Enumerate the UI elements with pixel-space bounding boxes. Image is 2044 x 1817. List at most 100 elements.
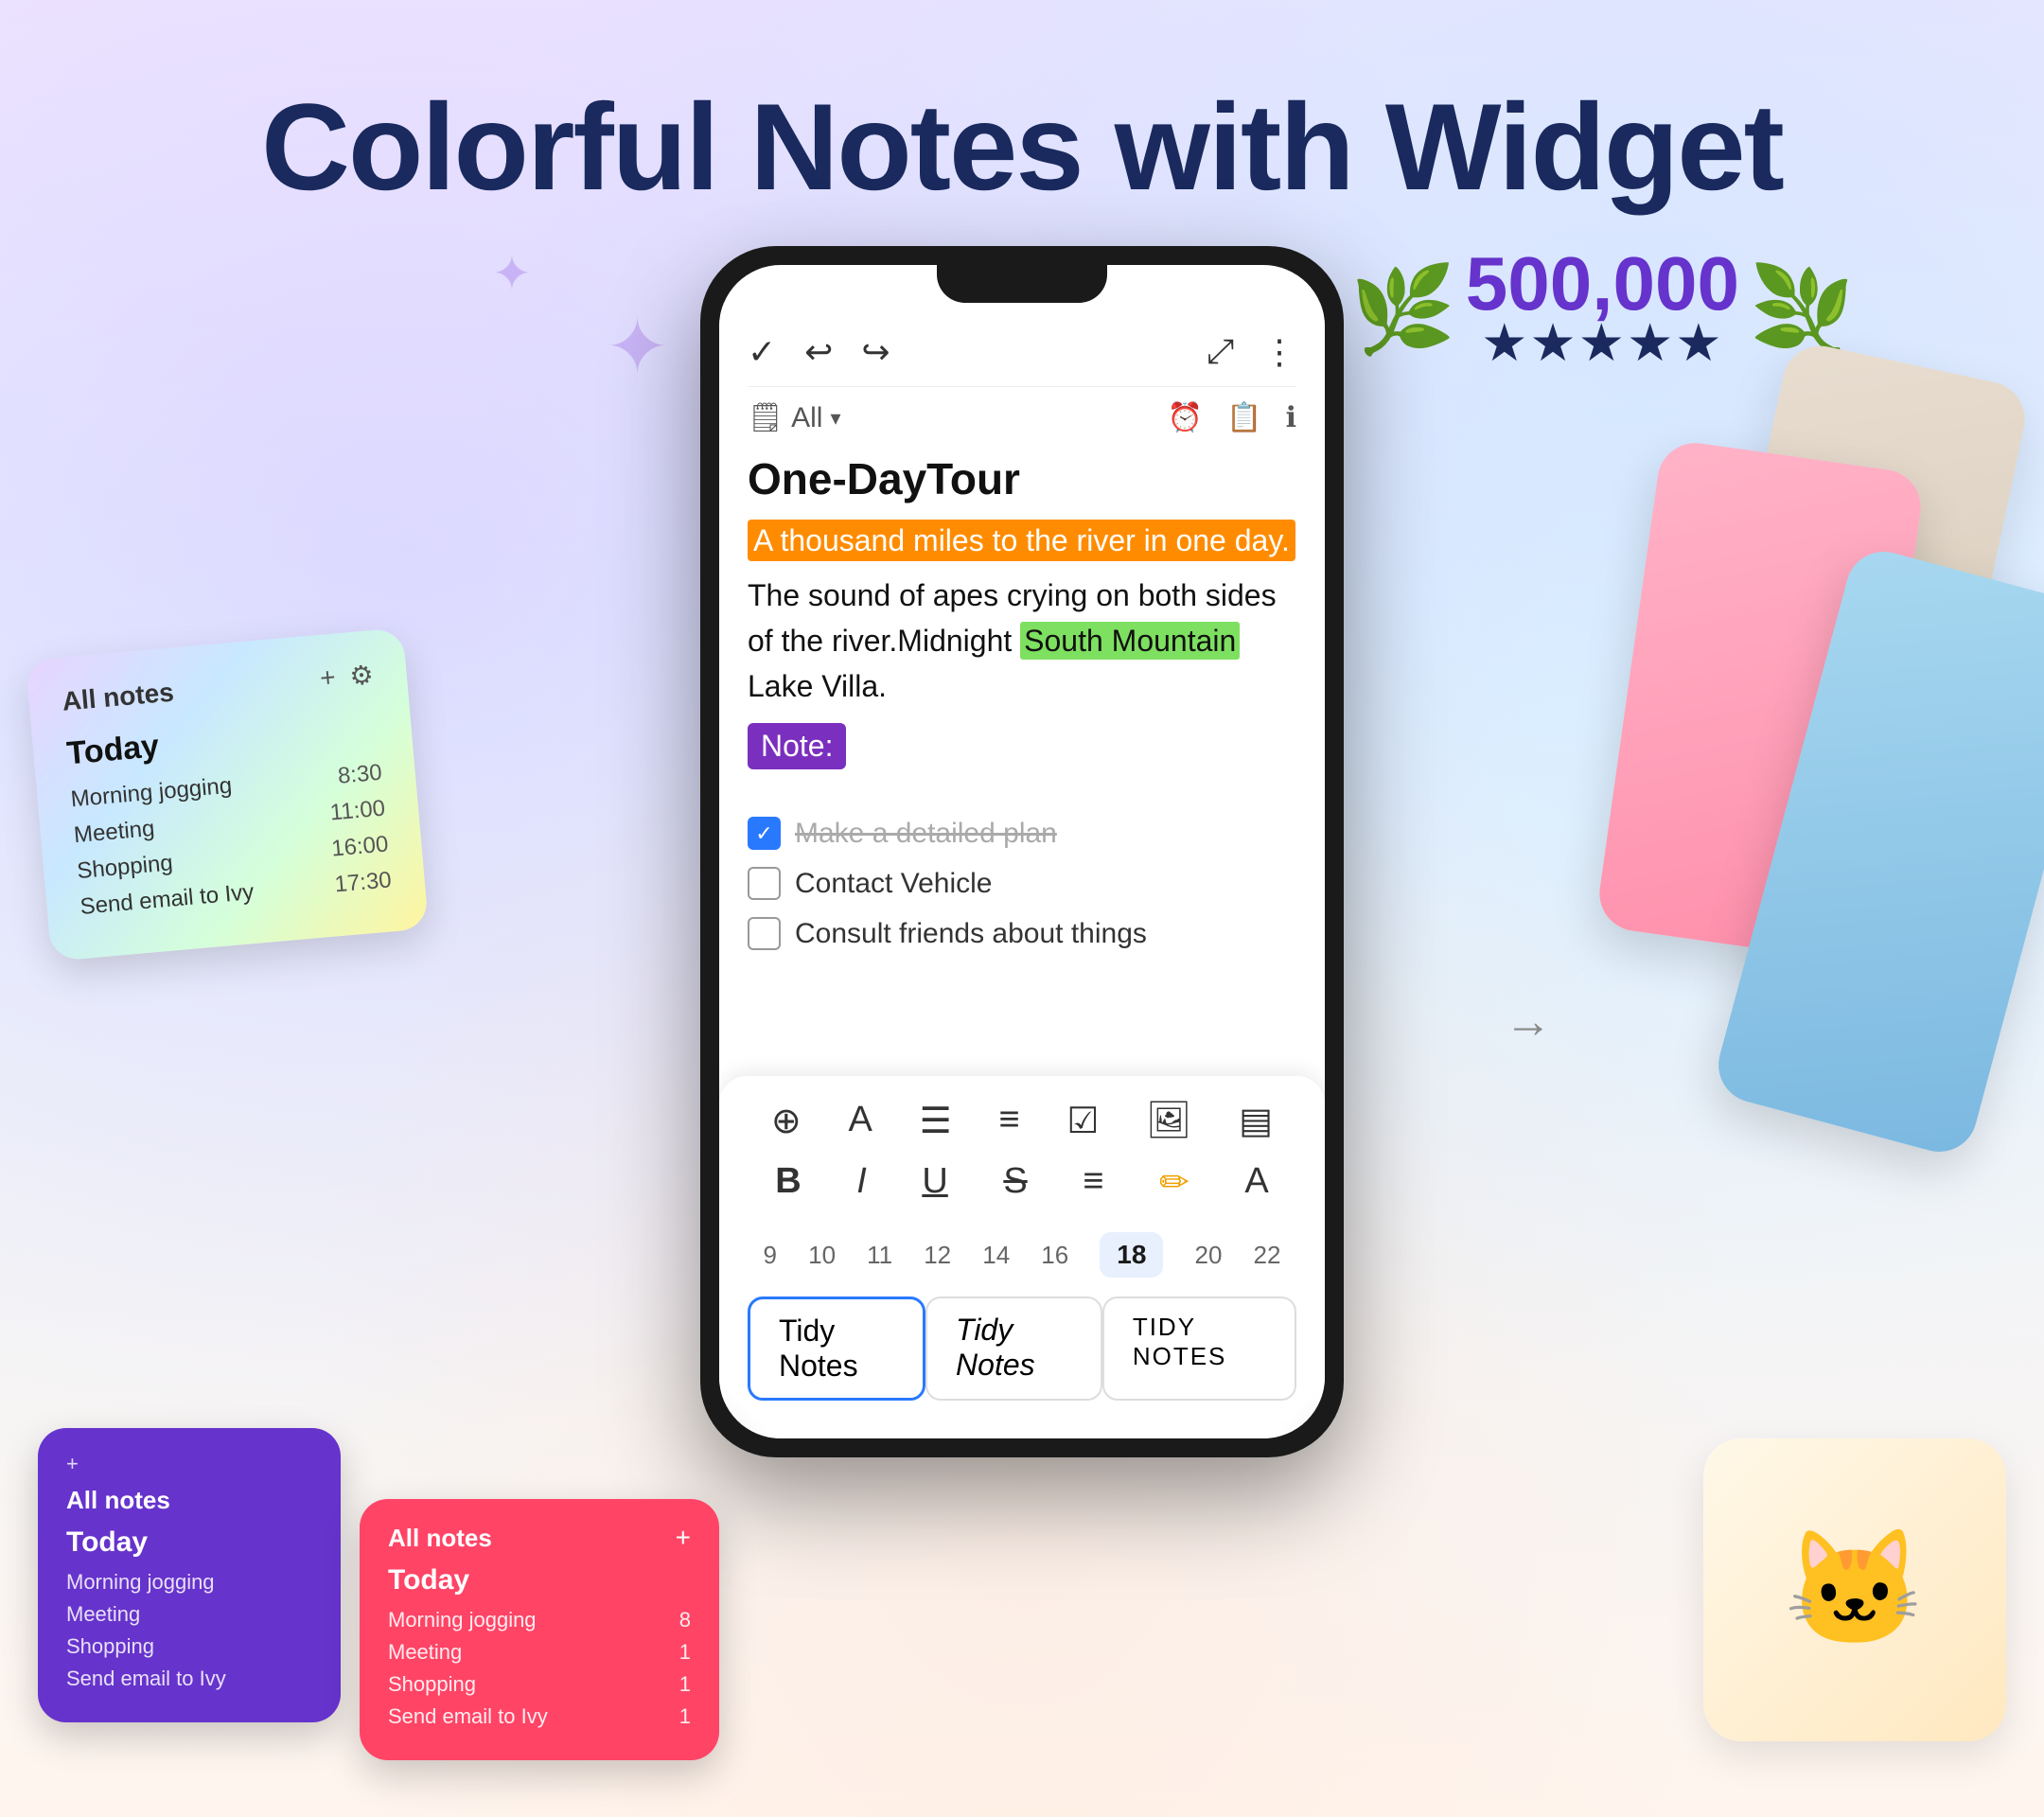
size-11[interactable]: 11 <box>867 1241 892 1270</box>
bottom-toolbar: ⊕ A ☰ ≡ ☑ 🖼 ▤ B I U S ≡ ✏ <box>719 1076 1325 1438</box>
add-element-icon[interactable]: ⊕ <box>771 1100 802 1142</box>
phone-notch <box>937 265 1107 303</box>
note-label-container: Note: <box>748 723 1296 793</box>
wp-add-icon[interactable]: + <box>66 1452 79 1476</box>
checkbox-unchecked-2[interactable] <box>748 867 781 900</box>
category-label[interactable]: 🗒 All ▾ <box>748 401 840 434</box>
wpi-item-2-time: 1 <box>679 1640 691 1665</box>
text-color-icon[interactable]: A <box>1244 1161 1268 1204</box>
checkbox-1: ✓ Make a detailed plan <box>748 817 1296 850</box>
info-icon[interactable]: ℹ <box>1286 401 1296 434</box>
note-category-bar: 🗒 All ▾ ⏰ 📋 ℹ <box>748 401 1296 434</box>
alarm-icon[interactable]: ⏰ <box>1168 401 1203 434</box>
checkbox-2: Contact Vehicle <box>748 867 1296 900</box>
award-number: 500,000 <box>1466 246 1739 322</box>
size-16[interactable]: 16 <box>1041 1241 1068 1270</box>
page-title: Colorful Notes with Widget <box>0 76 2044 218</box>
wpi-item-1-time: 8 <box>679 1608 691 1632</box>
size-20[interactable]: 20 <box>1195 1241 1223 1270</box>
wpi-item-1: Morning jogging 8 <box>388 1608 691 1632</box>
note-body: The sound of apes crying on both sides o… <box>748 573 1296 709</box>
widget-item-2-time: 11:00 <box>329 796 386 827</box>
wpi-title: All notes <box>388 1524 492 1553</box>
wpi-item-1-text: Morning jogging <box>388 1608 537 1632</box>
wpi-item-4-time: 1 <box>679 1704 691 1729</box>
wp-item-1: Morning jogging <box>66 1570 312 1595</box>
wp-title: All notes <box>66 1486 312 1515</box>
category-dropdown-icon: ▾ <box>830 406 840 431</box>
highlighted-sentence: A thousand miles to the river in one day… <box>748 520 1295 561</box>
size-14[interactable]: 14 <box>982 1241 1010 1270</box>
phone-toolbar: ✓ ↩ ↪ ⤢ ⋮ <box>748 322 1296 387</box>
wp-day: Today <box>66 1526 312 1559</box>
back-icon[interactable]: ↩ <box>804 332 833 372</box>
size-10[interactable]: 10 <box>808 1241 836 1270</box>
widget-item-2-text: Meeting <box>73 816 156 849</box>
wpi-add-icon[interactable]: + <box>676 1523 691 1553</box>
wpi-item-3-text: Shopping <box>388 1672 476 1697</box>
widget-top-left-title: All notes <box>61 677 175 716</box>
checkbox-3-text: Consult friends about things <box>795 918 1147 950</box>
strikethrough-bg-icon[interactable]: ▤ <box>1239 1100 1273 1142</box>
size-9[interactable]: 9 <box>764 1241 777 1270</box>
wreath-left-icon: 🌿 <box>1350 260 1456 360</box>
widget-top-left: All notes + ⚙ Today Morning jogging 8:30… <box>26 627 429 961</box>
decoration-star-1: ✦ <box>492 246 532 301</box>
image-icon[interactable]: 🖼 <box>1146 1100 1191 1142</box>
award-badge: 🌿 500,000 ★★★★★ 🌿 <box>1350 246 1855 373</box>
list-icon[interactable]: ☰ <box>920 1100 952 1142</box>
clipboard-icon[interactable]: 📋 <box>1226 401 1261 434</box>
text-format-icon[interactable]: A <box>848 1100 872 1142</box>
size-22[interactable]: 22 <box>1254 1241 1281 1270</box>
checkbox-unchecked-3[interactable] <box>748 917 781 950</box>
body-text-2: Lake Villa. <box>748 669 887 703</box>
note-highlighted-para: A thousand miles to the river in one day… <box>748 523 1296 558</box>
phone-mockup: ✓ ↩ ↪ ⤢ ⋮ 🗒 All ▾ <box>700 246 1344 1457</box>
font-style-row: Tidy Notes Tidy Notes TIDY NOTES <box>748 1297 1296 1401</box>
cat-illustration: 🐱 <box>1703 1438 2006 1741</box>
underline-icon[interactable]: U <box>922 1161 947 1204</box>
font-style-caps[interactable]: TIDY NOTES <box>1102 1297 1296 1401</box>
align-icon[interactable]: ≡ <box>1083 1161 1103 1204</box>
wpi-item-2: Meeting 1 <box>388 1640 691 1665</box>
widget-purple: + All notes Today Morning jogging Meetin… <box>38 1428 341 1722</box>
italic-icon[interactable]: I <box>856 1161 867 1204</box>
checkbox-checked-icon[interactable]: ✓ <box>748 817 781 850</box>
decoration-star-2: ✦ <box>606 303 669 391</box>
arrow-indicator: → <box>1505 994 1552 1049</box>
forward-icon[interactable]: ↪ <box>861 332 890 372</box>
wpi-item-4-text: Send email to Ivy <box>388 1704 548 1729</box>
font-style-normal[interactable]: Tidy Notes <box>748 1297 925 1401</box>
check-icon[interactable]: ✓ <box>748 332 776 372</box>
category-text: All <box>791 402 822 434</box>
widget-item-3-text: Shopping <box>76 850 173 885</box>
widget-item-3-time: 16:00 <box>330 831 389 862</box>
wpi-day: Today <box>388 1564 691 1596</box>
widget-item-1-text: Morning jogging <box>70 773 234 814</box>
share-icon[interactable]: ⤢ <box>1207 331 1234 372</box>
green-highlighted-word: South Mountain <box>1020 622 1240 660</box>
checkbox-icon[interactable]: ☑ <box>1066 1100 1099 1142</box>
size-18-selected[interactable]: 18 <box>1100 1232 1163 1278</box>
widget-pink: All notes + Today Morning jogging 8 Meet… <box>360 1499 719 1760</box>
more-icon[interactable]: ⋮ <box>1262 332 1296 372</box>
widget-item-4-text: Send email to Ivy <box>79 879 256 921</box>
highlight-icon[interactable]: ✏ <box>1159 1161 1189 1204</box>
widget-add-icon[interactable]: + <box>319 662 337 695</box>
widget-settings-icon[interactable]: ⚙ <box>348 659 375 692</box>
toolbar-row-2: B I U S ≡ ✏ A <box>748 1161 1296 1204</box>
strikethrough-icon[interactable]: S <box>1003 1161 1027 1204</box>
ordered-list-icon[interactable]: ≡ <box>998 1100 1019 1142</box>
font-style-italic[interactable]: Tidy Notes <box>925 1297 1102 1401</box>
checkbox-2-text: Contact Vehicle <box>795 868 992 900</box>
wp-item-3: Shopping <box>66 1634 312 1659</box>
phone-screen: ✓ ↩ ↪ ⤢ ⋮ 🗒 All ▾ <box>719 303 1325 1438</box>
font-size-row: 9 10 11 12 14 16 18 20 22 <box>748 1223 1296 1287</box>
note-label: Note: <box>748 723 846 769</box>
widget-item-4-time: 17:30 <box>334 867 393 898</box>
bold-icon[interactable]: B <box>775 1161 801 1204</box>
wpi-item-3: Shopping 1 <box>388 1672 691 1697</box>
size-12[interactable]: 12 <box>924 1241 951 1270</box>
checkbox-3: Consult friends about things <box>748 917 1296 950</box>
toolbar-row-1: ⊕ A ☰ ≡ ☑ 🖼 ▤ <box>748 1100 1296 1142</box>
